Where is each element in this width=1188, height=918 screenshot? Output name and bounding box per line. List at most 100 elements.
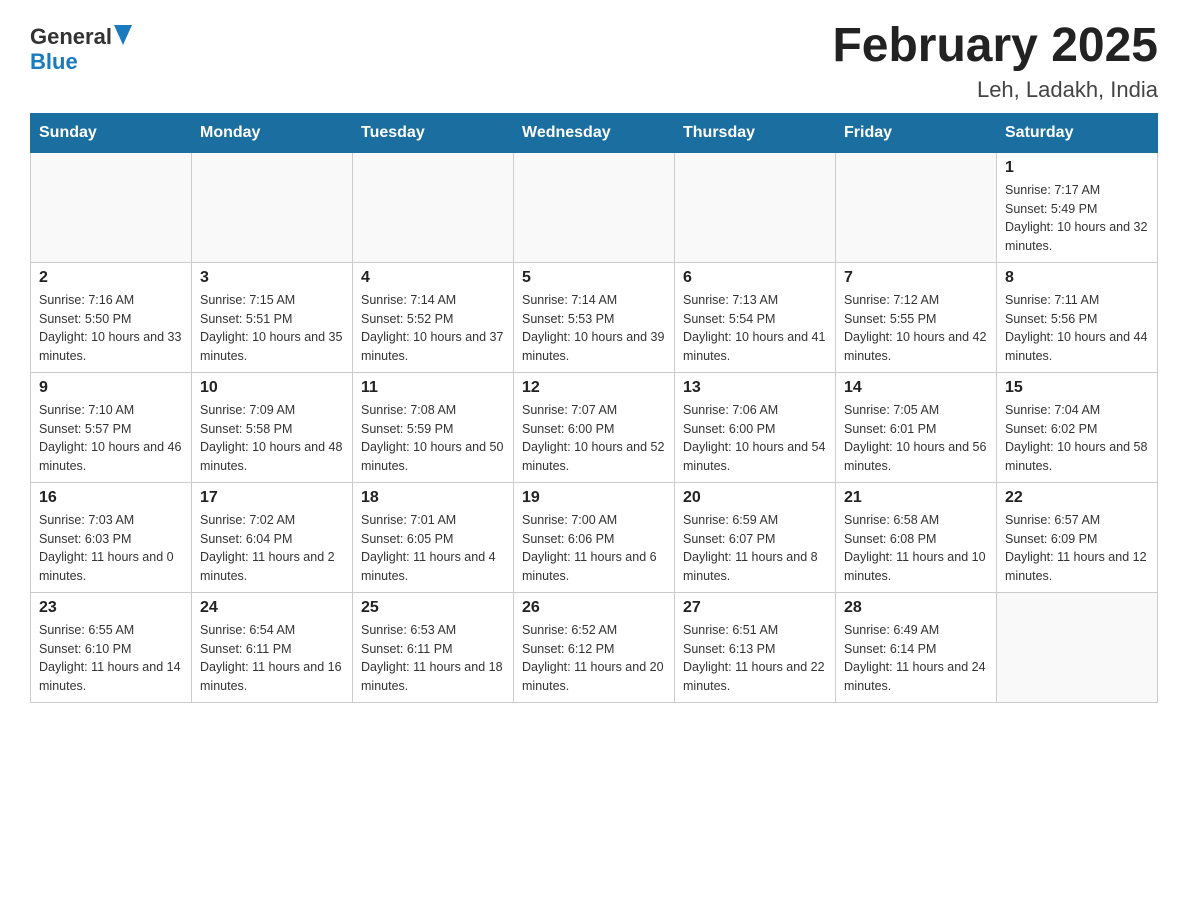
day-info: Sunrise: 7:16 AM Sunset: 5:50 PM Dayligh… <box>39 291 183 366</box>
header-saturday: Saturday <box>997 113 1158 152</box>
header-wednesday: Wednesday <box>514 113 675 152</box>
calendar-cell: 12 Sunrise: 7:07 AM Sunset: 6:00 PM Dayli… <box>514 372 675 482</box>
calendar-cell: 11 Sunrise: 7:08 AM Sunset: 5:59 PM Dayli… <box>353 372 514 482</box>
day-number: 2 <box>39 269 183 287</box>
header-thursday: Thursday <box>675 113 836 152</box>
day-info: Sunrise: 6:54 AM Sunset: 6:11 PM Dayligh… <box>200 621 344 696</box>
calendar-cell: 10Sunrise: 7:09 AM Sunset: 5:58 PM Dayli… <box>192 372 353 482</box>
day-info: Sunrise: 6:53 AM Sunset: 6:11 PM Dayligh… <box>361 621 505 696</box>
day-info: Sunrise: 7:13 AM Sunset: 5:54 PM Dayligh… <box>683 291 827 366</box>
calendar-cell: 20 Sunrise: 6:59 AM Sunset: 6:07 PM Dayli… <box>675 482 836 592</box>
day-info: Sunrise: 7:01 AM Sunset: 6:05 PM Dayligh… <box>361 511 505 586</box>
logo: General Blue <box>30 25 132 74</box>
day-info: Sunrise: 7:06 AM Sunset: 6:00 PM Dayligh… <box>683 401 827 476</box>
calendar-cell: 7Sunrise: 7:12 AM Sunset: 5:55 PM Daylig… <box>836 262 997 372</box>
day-number: 1 <box>1005 159 1149 177</box>
day-info: Sunrise: 6:51 AM Sunset: 6:13 PM Dayligh… <box>683 621 827 696</box>
calendar-cell: 23 Sunrise: 6:55 AM Sunset: 6:10 PM Dayli… <box>31 592 192 702</box>
calendar-cell: 6 Sunrise: 7:13 AM Sunset: 5:54 PM Daylig… <box>675 262 836 372</box>
header: General Blue February 2025 Leh, Ladakh, … <box>30 20 1158 103</box>
header-friday: Friday <box>836 113 997 152</box>
calendar-cell: 27 Sunrise: 6:51 AM Sunset: 6:13 PM Dayli… <box>675 592 836 702</box>
logo-general-text: General <box>30 25 112 49</box>
day-info: Sunrise: 7:07 AM Sunset: 6:00 PM Dayligh… <box>522 401 666 476</box>
day-number: 6 <box>683 269 827 287</box>
day-info: Sunrise: 7:14 AM Sunset: 5:52 PM Dayligh… <box>361 291 505 366</box>
calendar-cell: 16 Sunrise: 7:03 AM Sunset: 6:03 PM Dayli… <box>31 482 192 592</box>
calendar-cell: 15Sunrise: 7:04 AM Sunset: 6:02 PM Dayli… <box>997 372 1158 482</box>
calendar-cell <box>353 152 514 262</box>
calendar-cell: 17 Sunrise: 7:02 AM Sunset: 6:04 PM Dayli… <box>192 482 353 592</box>
week-row-0: 1 Sunrise: 7:17 AM Sunset: 5:49 PM Daylig… <box>31 152 1158 262</box>
day-info: Sunrise: 6:49 AM Sunset: 6:14 PM Dayligh… <box>844 621 988 696</box>
day-number: 25 <box>361 599 505 617</box>
day-info: Sunrise: 7:03 AM Sunset: 6:03 PM Dayligh… <box>39 511 183 586</box>
calendar-cell: 3 Sunrise: 7:15 AM Sunset: 5:51 PM Daylig… <box>192 262 353 372</box>
day-number: 22 <box>1005 489 1149 507</box>
day-info: Sunrise: 6:59 AM Sunset: 6:07 PM Dayligh… <box>683 511 827 586</box>
day-number: 28 <box>844 599 988 617</box>
day-number: 8 <box>1005 269 1149 287</box>
day-number: 26 <box>522 599 666 617</box>
day-info: Sunrise: 7:15 AM Sunset: 5:51 PM Dayligh… <box>200 291 344 366</box>
day-number: 13 <box>683 379 827 397</box>
day-number: 5 <box>522 269 666 287</box>
week-row-4: 23 Sunrise: 6:55 AM Sunset: 6:10 PM Dayli… <box>31 592 1158 702</box>
header-sunday: Sunday <box>31 113 192 152</box>
calendar-cell <box>31 152 192 262</box>
title-area: February 2025 Leh, Ladakh, India <box>832 20 1158 103</box>
day-number: 17 <box>200 489 344 507</box>
logo-triangle-icon <box>114 25 132 45</box>
day-info: Sunrise: 7:04 AM Sunset: 6:02 PM Dayligh… <box>1005 401 1149 476</box>
logo-blue-text: Blue <box>30 49 78 74</box>
day-info: Sunrise: 7:10 AM Sunset: 5:57 PM Dayligh… <box>39 401 183 476</box>
location-title: Leh, Ladakh, India <box>832 77 1158 103</box>
day-number: 9 <box>39 379 183 397</box>
day-info: Sunrise: 7:02 AM Sunset: 6:04 PM Dayligh… <box>200 511 344 586</box>
day-number: 10 <box>200 379 344 397</box>
week-row-3: 16 Sunrise: 7:03 AM Sunset: 6:03 PM Dayli… <box>31 482 1158 592</box>
day-number: 27 <box>683 599 827 617</box>
calendar-cell: 26 Sunrise: 6:52 AM Sunset: 6:12 PM Dayli… <box>514 592 675 702</box>
week-row-1: 2 Sunrise: 7:16 AM Sunset: 5:50 PM Daylig… <box>31 262 1158 372</box>
calendar-cell: 14Sunrise: 7:05 AM Sunset: 6:01 PM Dayli… <box>836 372 997 482</box>
day-info: Sunrise: 7:11 AM Sunset: 5:56 PM Dayligh… <box>1005 291 1149 366</box>
calendar-cell: 1 Sunrise: 7:17 AM Sunset: 5:49 PM Daylig… <box>997 152 1158 262</box>
calendar-cell: 8 Sunrise: 7:11 AM Sunset: 5:56 PM Daylig… <box>997 262 1158 372</box>
calendar-cell: 9 Sunrise: 7:10 AM Sunset: 5:57 PM Daylig… <box>31 372 192 482</box>
calendar-cell <box>836 152 997 262</box>
calendar-cell: 18Sunrise: 7:01 AM Sunset: 6:05 PM Dayli… <box>353 482 514 592</box>
day-info: Sunrise: 6:55 AM Sunset: 6:10 PM Dayligh… <box>39 621 183 696</box>
day-number: 3 <box>200 269 344 287</box>
calendar-cell <box>997 592 1158 702</box>
day-number: 23 <box>39 599 183 617</box>
day-number: 12 <box>522 379 666 397</box>
day-number: 16 <box>39 489 183 507</box>
calendar-cell: 28 Sunrise: 6:49 AM Sunset: 6:14 PM Dayli… <box>836 592 997 702</box>
day-info: Sunrise: 6:52 AM Sunset: 6:12 PM Dayligh… <box>522 621 666 696</box>
day-info: Sunrise: 7:14 AM Sunset: 5:53 PM Dayligh… <box>522 291 666 366</box>
day-number: 19 <box>522 489 666 507</box>
day-number: 4 <box>361 269 505 287</box>
day-number: 20 <box>683 489 827 507</box>
week-row-2: 9 Sunrise: 7:10 AM Sunset: 5:57 PM Daylig… <box>31 372 1158 482</box>
calendar-cell: 4 Sunrise: 7:14 AM Sunset: 5:52 PM Daylig… <box>353 262 514 372</box>
header-tuesday: Tuesday <box>353 113 514 152</box>
day-number: 11 <box>361 379 505 397</box>
calendar-cell: 2 Sunrise: 7:16 AM Sunset: 5:50 PM Daylig… <box>31 262 192 372</box>
day-info: Sunrise: 7:17 AM Sunset: 5:49 PM Dayligh… <box>1005 181 1149 256</box>
day-info: Sunrise: 6:58 AM Sunset: 6:08 PM Dayligh… <box>844 511 988 586</box>
calendar-cell: 21 Sunrise: 6:58 AM Sunset: 6:08 PM Dayli… <box>836 482 997 592</box>
calendar-cell: 19Sunrise: 7:00 AM Sunset: 6:06 PM Dayli… <box>514 482 675 592</box>
day-number: 14 <box>844 379 988 397</box>
calendar-cell <box>192 152 353 262</box>
day-info: Sunrise: 7:12 AM Sunset: 5:55 PM Dayligh… <box>844 291 988 366</box>
day-info: Sunrise: 7:08 AM Sunset: 5:59 PM Dayligh… <box>361 401 505 476</box>
calendar-cell: 25 Sunrise: 6:53 AM Sunset: 6:11 PM Dayli… <box>353 592 514 702</box>
header-monday: Monday <box>192 113 353 152</box>
calendar-header-row: SundayMondayTuesdayWednesdayThursdayFrid… <box>31 113 1158 152</box>
day-number: 21 <box>844 489 988 507</box>
calendar-cell <box>514 152 675 262</box>
calendar-cell: 24Sunrise: 6:54 AM Sunset: 6:11 PM Dayli… <box>192 592 353 702</box>
calendar-cell <box>675 152 836 262</box>
